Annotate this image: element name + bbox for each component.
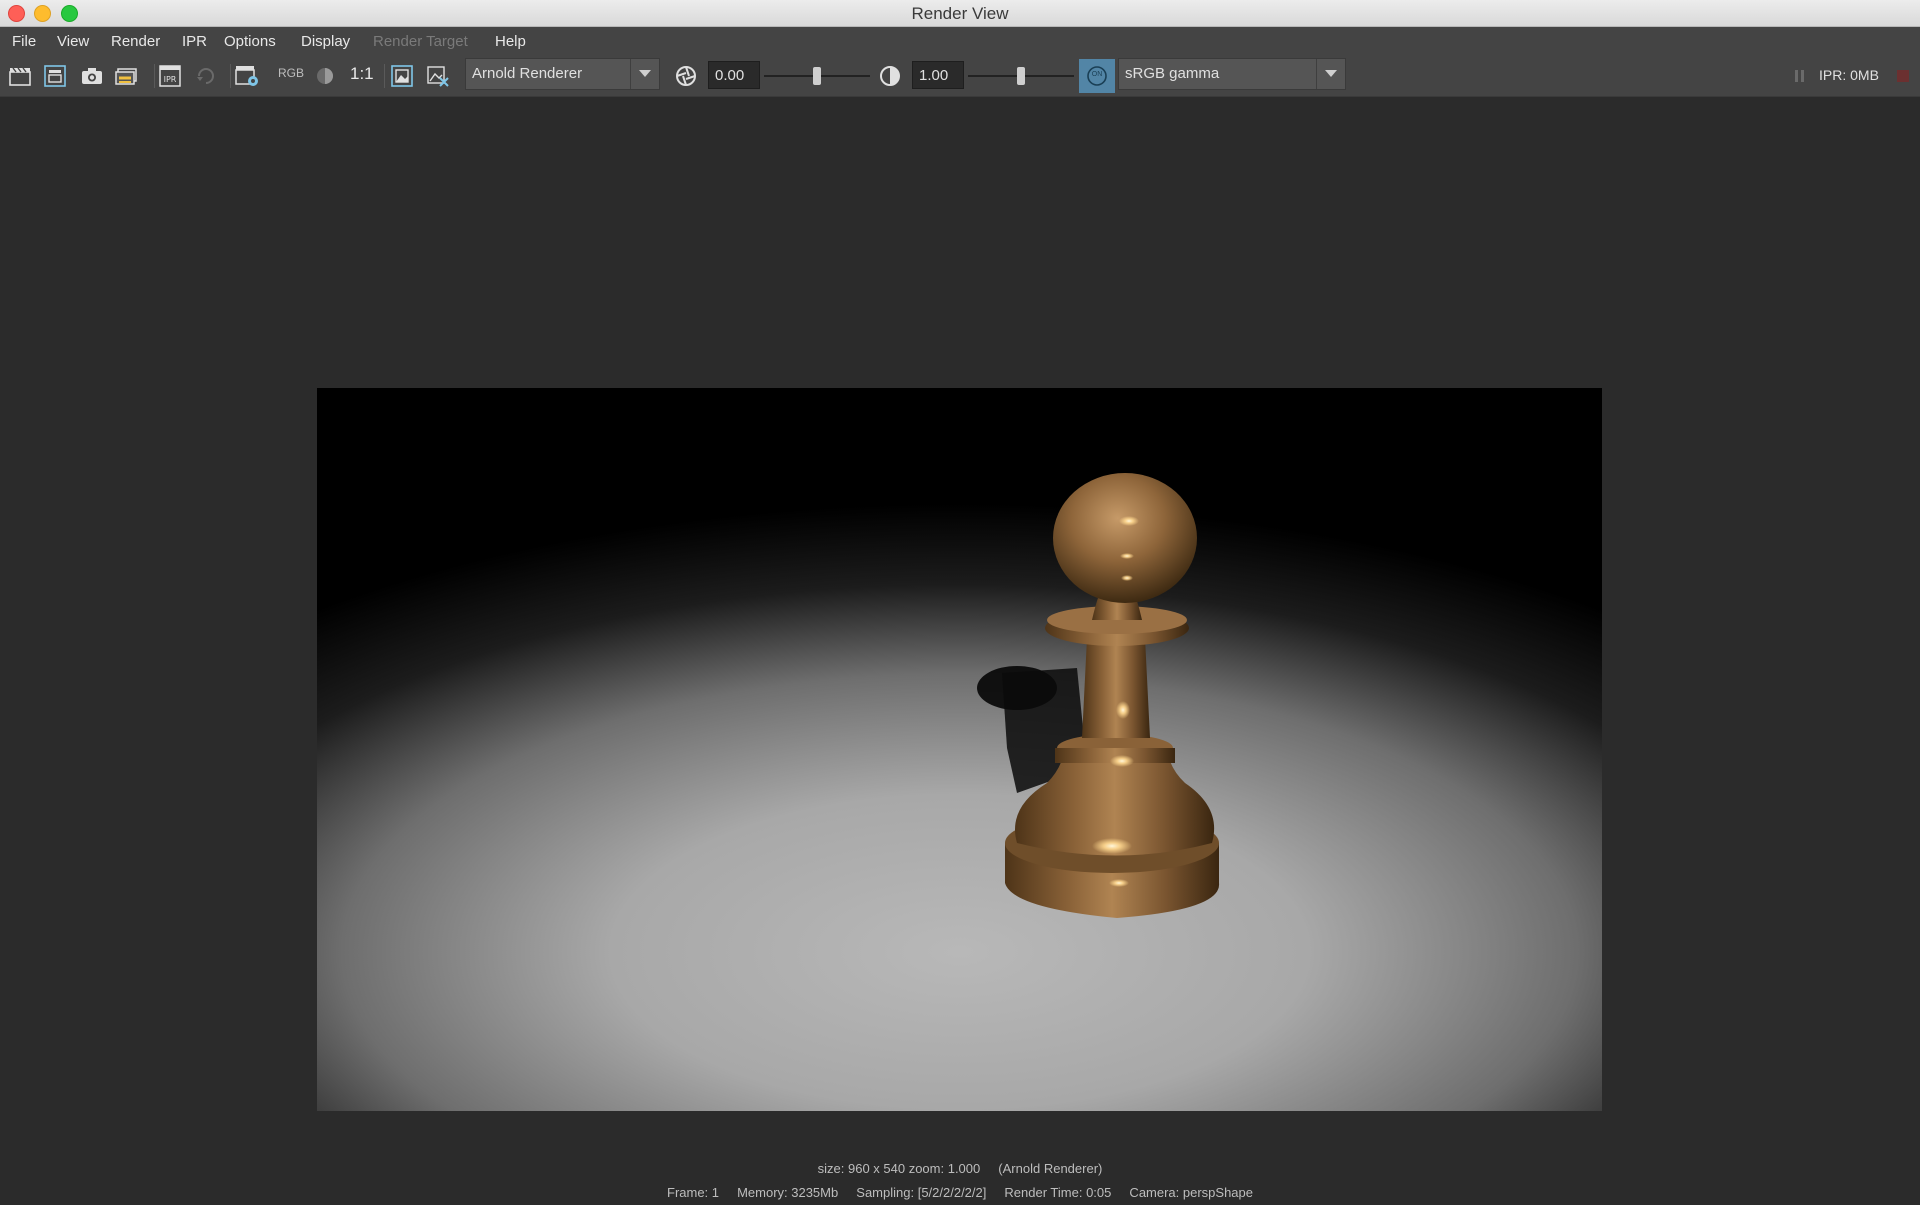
render-settings-icon[interactable] <box>234 63 260 89</box>
chess-pawn-render <box>317 388 1602 1111</box>
chevron-down-icon <box>1316 59 1345 89</box>
gamma-slider[interactable] <box>968 67 1074 85</box>
exposure-slider[interactable] <box>764 67 870 85</box>
menu-ipr[interactable]: IPR <box>182 33 207 50</box>
snapshot-camera-icon[interactable] <box>79 63 105 89</box>
colorspace-dropdown-label: sRGB gamma <box>1125 65 1220 82</box>
renderer-dropdown[interactable]: Arnold Renderer <box>465 58 660 90</box>
alpha-channel-icon[interactable] <box>312 63 338 89</box>
render-view-window: Render View File View Render IPR Options… <box>0 0 1920 1205</box>
status-size-zoom: size: 960 x 540 zoom: 1.000 (Arnold Rend… <box>817 1161 1103 1176</box>
gamma-slider-handle[interactable] <box>1017 67 1025 85</box>
menu-bar: File View Render IPR Options Display Ren… <box>0 27 1920 56</box>
renderer-dropdown-label: Arnold Renderer <box>472 65 583 82</box>
svg-text:IPR: IPR <box>164 75 177 84</box>
ipr-render-icon[interactable]: IPR <box>157 63 183 89</box>
redo-render-icon[interactable] <box>7 63 33 89</box>
rendered-image <box>317 388 1602 1111</box>
menu-options[interactable]: Options <box>224 33 276 50</box>
gamma-icon[interactable] <box>877 63 903 89</box>
rgb-channels-button[interactable]: RGB <box>278 66 304 80</box>
refresh-ipr-icon <box>193 63 219 89</box>
render-viewport[interactable]: size: 960 x 540 zoom: 1.000 (Arnold Rend… <box>0 97 1920 1205</box>
real-size-button[interactable]: 1:1 <box>350 64 374 84</box>
color-management-toggle[interactable]: ON <box>1079 59 1115 93</box>
display-settings-icon[interactable] <box>389 63 415 89</box>
render-region-icon[interactable] <box>42 63 68 89</box>
exposure-field[interactable]: 0.00 <box>708 61 760 89</box>
color-management-on-label: ON <box>1091 71 1103 78</box>
menu-render[interactable]: Render <box>111 33 160 50</box>
toolbar-separator <box>154 64 155 88</box>
remove-image-icon[interactable] <box>425 63 451 89</box>
toolbar-separator <box>384 64 385 88</box>
menu-render-target: Render Target <box>373 33 468 50</box>
menu-view[interactable]: View <box>57 33 89 50</box>
stop-ipr-icon[interactable] <box>1890 63 1916 89</box>
pause-ipr-icon[interactable] <box>1787 63 1813 89</box>
gamma-value: 1.00 <box>919 67 949 84</box>
toolbar-separator <box>230 64 231 88</box>
title-bar: Render View <box>0 0 1920 27</box>
chevron-down-icon <box>630 59 659 89</box>
ipr-memory-readout: IPR: 0MB <box>1819 67 1879 83</box>
exposure-icon[interactable] <box>673 63 699 89</box>
menu-help[interactable]: Help <box>495 33 526 50</box>
render-sequence-icon[interactable] <box>115 63 141 89</box>
window-title: Render View <box>911 4 1009 23</box>
status-render-info: Frame: 1 Memory: 3235Mb Sampling: [5/2/2… <box>667 1185 1253 1200</box>
toolbar: IPR RGB 1:1 Arnold Renderer 0.00 1.00 ON… <box>0 56 1920 97</box>
menu-display[interactable]: Display <box>301 33 350 50</box>
gamma-field[interactable]: 1.00 <box>912 61 964 89</box>
menu-file[interactable]: File <box>12 33 36 50</box>
exposure-value: 0.00 <box>715 67 745 84</box>
exposure-slider-handle[interactable] <box>813 67 821 85</box>
colorspace-dropdown[interactable]: sRGB gamma <box>1118 58 1346 90</box>
